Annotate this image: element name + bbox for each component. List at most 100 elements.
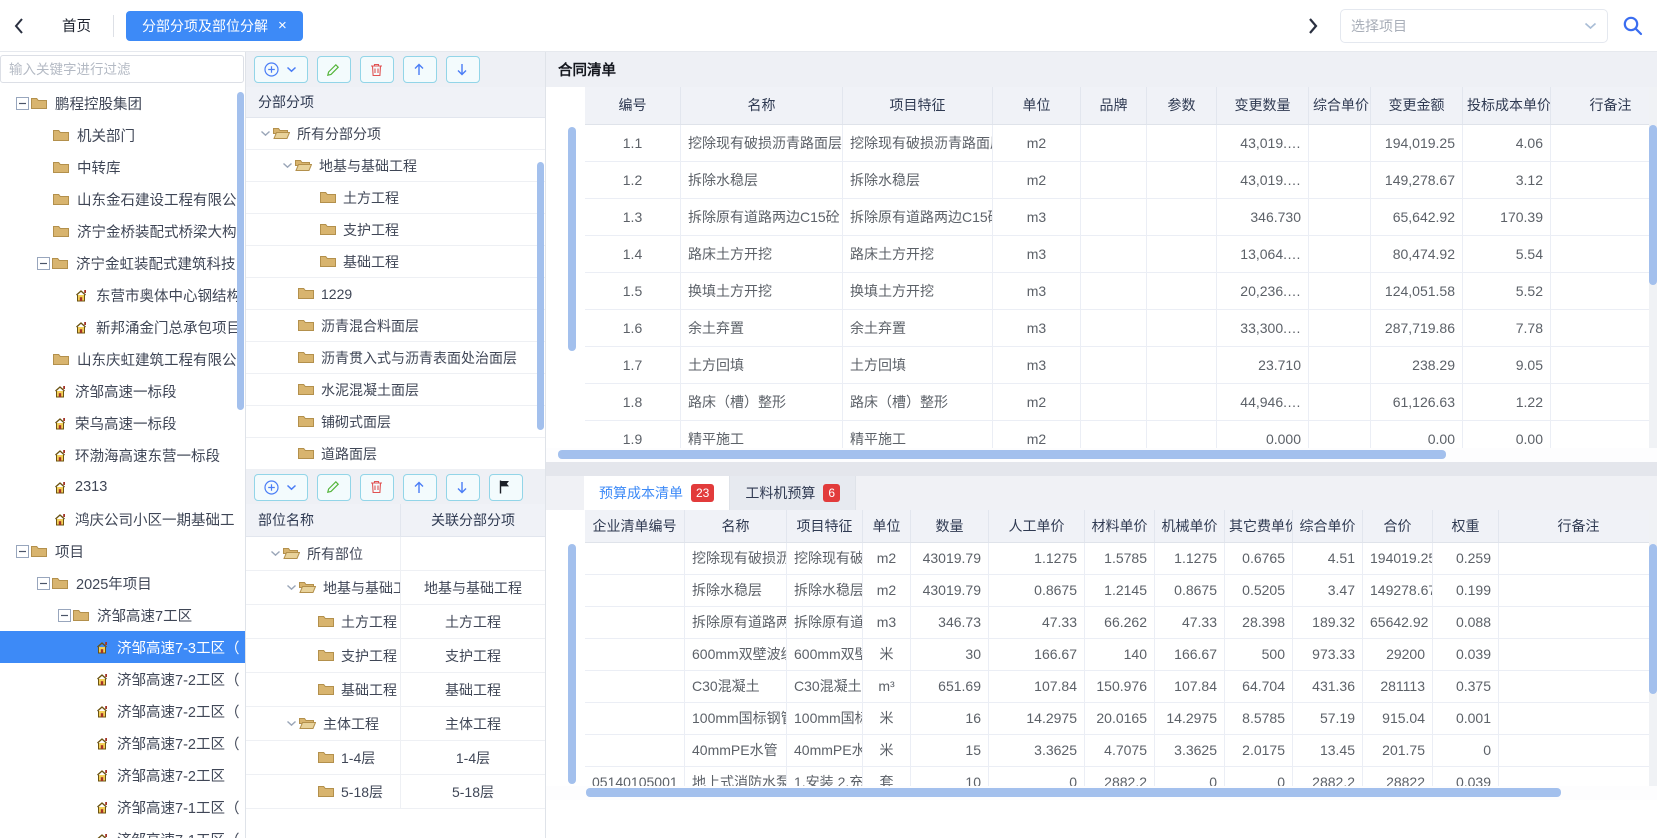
add-dropdown-icon[interactable] bbox=[286, 66, 297, 73]
buwei-row[interactable]: 主体工程主体工程 bbox=[246, 707, 545, 741]
move-up-button[interactable] bbox=[403, 56, 437, 83]
contract-right-scroll-track[interactable] bbox=[1649, 87, 1657, 448]
move-down-button[interactable] bbox=[446, 474, 480, 501]
delete-button[interactable] bbox=[360, 56, 394, 83]
edit-button[interactable] bbox=[317, 56, 351, 83]
fenbu-tree-item[interactable]: 支护工程 bbox=[246, 214, 545, 246]
horizontal-scrollbar[interactable] bbox=[558, 450, 1446, 459]
fenbu-tree-item[interactable]: 水泥混凝土面层 bbox=[246, 374, 545, 406]
table-row[interactable]: 拆除原有道路两边C15砼拆除原有道路两边C15砼m3346.7347.3366.… bbox=[585, 607, 1657, 639]
budget-horizontal-scroll-track[interactable] bbox=[546, 786, 1657, 800]
search-icon[interactable] bbox=[1622, 15, 1643, 36]
table-row[interactable]: 05140105001地上式消防水泵1,安装 2,充套1002882.20028… bbox=[585, 767, 1657, 786]
sidebar-tree-item[interactable]: 鹏程控股集团 bbox=[0, 87, 245, 119]
tab-labor-material-budget[interactable]: 工料机预算 6 bbox=[730, 476, 856, 510]
table-cell bbox=[1081, 199, 1147, 235]
sidebar-tree-item[interactable]: 2025年项目 bbox=[0, 567, 245, 599]
sidebar-tree-item[interactable]: 新邦涌金门总承包项目 bbox=[0, 311, 245, 343]
tab-active-page[interactable]: 分部分项及部位分解 × bbox=[126, 11, 303, 41]
sidebar-tree-item[interactable]: 济邹高速7-3工区（ bbox=[0, 631, 245, 663]
folder-icon bbox=[298, 351, 314, 364]
fenbu-tree-item[interactable]: 基础工程 bbox=[246, 246, 545, 278]
fenbu-vertical-scrollbar[interactable] bbox=[537, 162, 544, 430]
project-select[interactable]: 选择项目 bbox=[1340, 9, 1608, 43]
sidebar-tree-item[interactable]: 鸿庆公司小区一期基础工 bbox=[0, 503, 245, 535]
table-row[interactable]: 1.4路床土方开挖路床土方开挖m313,064.…80,474.925.54 bbox=[585, 236, 1657, 273]
add-button[interactable] bbox=[254, 56, 308, 83]
table-cell: 431.36 bbox=[1293, 671, 1363, 702]
tree-filter-input[interactable] bbox=[0, 55, 244, 83]
add-dropdown-icon[interactable] bbox=[286, 484, 297, 491]
flag-button[interactable] bbox=[489, 474, 523, 501]
table-row[interactable]: 拆除水稳层拆除水稳层m243019.790.86751.21450.86750.… bbox=[585, 575, 1657, 607]
buwei-row[interactable]: 基础工程基础工程 bbox=[246, 673, 545, 707]
sidebar-tree-item[interactable]: 荣乌高速一标段 bbox=[0, 407, 245, 439]
move-up-button[interactable] bbox=[403, 474, 437, 501]
table-cell: 1.9 bbox=[585, 421, 681, 448]
buwei-row[interactable]: 支护工程支护工程 bbox=[246, 639, 545, 673]
move-down-button[interactable] bbox=[446, 56, 480, 83]
fenbu-tree-item[interactable]: 沥青贯入式与沥青表面处治面层 bbox=[246, 342, 545, 374]
buwei-row[interactable]: 5-18层5-18层 bbox=[246, 775, 545, 809]
table-row[interactable]: 1.8路床（槽）整形路床（槽）整形m244,946.…61,126.631.22 bbox=[585, 384, 1657, 421]
add-button[interactable] bbox=[254, 474, 308, 501]
delete-button[interactable] bbox=[360, 474, 394, 501]
fenbu-tree-item[interactable]: 所有分部分项 bbox=[246, 118, 545, 150]
sidebar-tree-item[interactable]: 济邹高速7-2工区（ bbox=[0, 695, 245, 727]
table-row[interactable]: 100mm国标钢管100mm国标钢管米1614.297520.016514.29… bbox=[585, 703, 1657, 735]
back-icon[interactable] bbox=[14, 18, 36, 34]
table-row[interactable]: 1.5换填土方开挖换填土方开挖m320,236.…124,051.585.52 bbox=[585, 273, 1657, 310]
sidebar-tree-item[interactable]: 济宁金虹装配式建筑科技 bbox=[0, 247, 245, 279]
edit-button[interactable] bbox=[317, 474, 351, 501]
sidebar-tree-item[interactable]: 济邹高速7-2工区（ bbox=[0, 727, 245, 759]
fenbu-tree-item[interactable]: 沥青混合料面层 bbox=[246, 310, 545, 342]
sidebar-tree-item[interactable]: 中转库 bbox=[0, 151, 245, 183]
close-tab-icon[interactable]: × bbox=[278, 17, 287, 34]
budget-right-scroll-track[interactable] bbox=[1649, 510, 1657, 786]
table-cell bbox=[1147, 347, 1217, 383]
table-row[interactable]: 40mmPE水管40mmPE水管米153.36254.70753.36252.0… bbox=[585, 735, 1657, 767]
table-row[interactable]: 1.6余土弃置余土弃置m333,300.…287,719.867.78 bbox=[585, 310, 1657, 347]
horizontal-scrollbar[interactable] bbox=[586, 788, 1561, 797]
fenbu-tree-item[interactable]: 地基与基础工程 bbox=[246, 150, 545, 182]
contract-horizontal-scroll-track[interactable] bbox=[546, 448, 1657, 462]
fenbu-tree-item[interactable]: 道路面层 bbox=[246, 438, 545, 470]
sidebar-tree-item[interactable]: 济邹高速7-2工区（ bbox=[0, 663, 245, 695]
sidebar-tree-item[interactable]: 济邹高速7-2工区 bbox=[0, 759, 245, 791]
sidebar-tree-item[interactable]: 环渤海高速东营一标段 bbox=[0, 439, 245, 471]
sidebar-tree-item[interactable]: 山东庆虹建筑工程有限公 bbox=[0, 343, 245, 375]
sidebar-tree-item[interactable]: 山东金石建设工程有限公 bbox=[0, 183, 245, 215]
table-row[interactable]: 1.2拆除水稳层拆除水稳层m243,019.…149,278.673.12 bbox=[585, 162, 1657, 199]
table-row[interactable]: 1.7土方回填土方回填m323.710238.299.05 bbox=[585, 347, 1657, 384]
vertical-scrollbar[interactable] bbox=[1649, 544, 1657, 694]
vertical-scrollbar[interactable] bbox=[1649, 125, 1657, 285]
sidebar-tree-item[interactable]: 济宁金桥装配式桥梁大构 bbox=[0, 215, 245, 247]
sidebar-tree-item[interactable]: 机关部门 bbox=[0, 119, 245, 151]
table-row[interactable]: 1.9精平施工精平施工m20.0000.000.00 bbox=[585, 421, 1657, 448]
sidebar-vertical-scrollbar[interactable] bbox=[237, 92, 244, 410]
vertical-scrollbar[interactable] bbox=[568, 127, 576, 351]
sidebar-tree-item[interactable]: 济邹高速7-1工区（ bbox=[0, 791, 245, 823]
collapse-panel-icon[interactable] bbox=[1308, 18, 1318, 34]
buwei-row[interactable]: 所有部位 bbox=[246, 537, 545, 571]
vertical-scrollbar[interactable] bbox=[568, 544, 576, 784]
table-row[interactable]: 600mm双壁波纹管600mm双壁波纹管米30166.67140166.6750… bbox=[585, 639, 1657, 671]
table-row[interactable]: 1.3拆除原有道路两边C15砼拆除原有道路两边C15砼m3346.73065,6… bbox=[585, 199, 1657, 236]
sidebar-tree-item[interactable]: 项目 bbox=[0, 535, 245, 567]
tab-home[interactable]: 首页 bbox=[46, 15, 107, 36]
fenbu-tree-item[interactable]: 土方工程 bbox=[246, 182, 545, 214]
buwei-row[interactable]: 1-4层1-4层 bbox=[246, 741, 545, 775]
sidebar-tree-item[interactable]: 济邹高速7工区 bbox=[0, 599, 245, 631]
table-row[interactable]: 挖除现有破损沥青路面层挖除现有破损沥青路面层m243019.791.12751.… bbox=[585, 543, 1657, 575]
sidebar-tree-item[interactable]: 东营市奥体中心钢结构 bbox=[0, 279, 245, 311]
table-row[interactable]: 1.1挖除现有破损沥青路面层挖除现有破损沥青路面层m243,019.…194,0… bbox=[585, 125, 1657, 162]
buwei-row[interactable]: 地基与基础工地基与基础工程 bbox=[246, 571, 545, 605]
sidebar-tree-item[interactable]: 济邹高速一标段 bbox=[0, 375, 245, 407]
sidebar-tree-item[interactable]: 2313 bbox=[0, 471, 245, 503]
tab-budget-cost-list[interactable]: 预算成本清单 23 bbox=[584, 476, 730, 510]
fenbu-tree-item[interactable]: 铺砌式面层 bbox=[246, 406, 545, 438]
sidebar-tree-item[interactable]: 济邹高速7-1工区（ bbox=[0, 823, 245, 838]
table-row[interactable]: C30混凝土C30混凝土m³651.69107.84150.976107.846… bbox=[585, 671, 1657, 703]
buwei-row[interactable]: 土方工程土方工程 bbox=[246, 605, 545, 639]
fenbu-tree-item[interactable]: 1229 bbox=[246, 278, 545, 310]
